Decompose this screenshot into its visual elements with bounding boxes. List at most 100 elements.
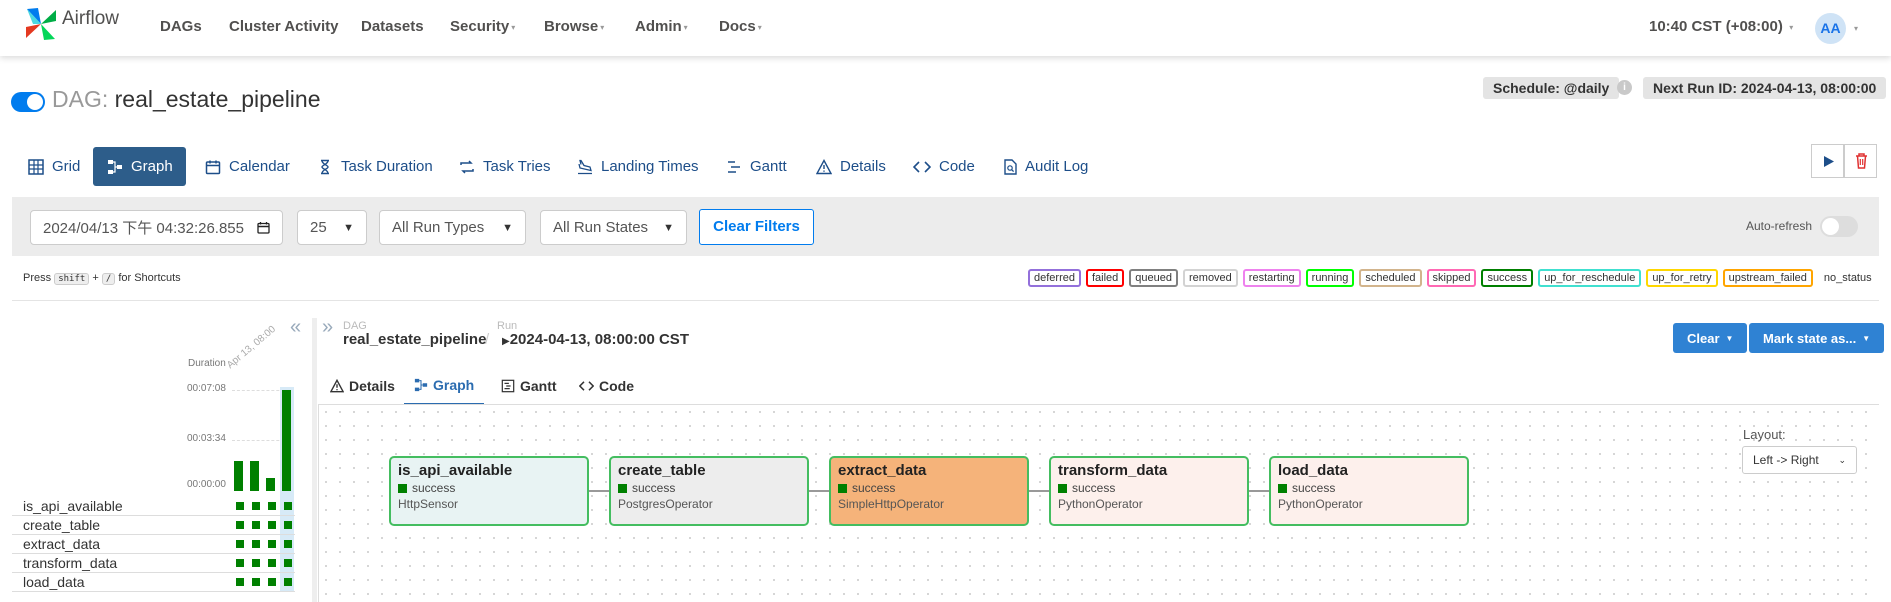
task-instance-cell[interactable]: [268, 559, 276, 567]
tab-calendar[interactable]: Calendar: [191, 147, 304, 186]
duration-bar[interactable]: [250, 461, 259, 491]
trigger-dag-button[interactable]: [1811, 144, 1844, 178]
crumb-dag-id[interactable]: real_estate_pipeline: [343, 331, 486, 348]
crumb-run-id[interactable]: ▶2024-04-13, 08:00:00 CST: [502, 331, 689, 348]
legend-up-for-reschedule[interactable]: up_for_reschedule: [1538, 269, 1642, 287]
collapse-grid-icon[interactable]: «: [290, 316, 301, 339]
nav-docs[interactable]: Docs ▾: [719, 18, 762, 35]
node-operator: HttpSensor: [398, 497, 459, 511]
tab-task-duration[interactable]: Task Duration: [303, 147, 447, 186]
panel-divider[interactable]: [312, 318, 317, 602]
task-instance-cell[interactable]: [236, 578, 244, 586]
tab-details[interactable]: Details: [802, 147, 900, 186]
auto-refresh-toggle[interactable]: [1820, 216, 1858, 237]
base-date-input[interactable]: 2024/04/13 下午 04:32:26.855: [30, 210, 283, 245]
tab-code[interactable]: Code: [899, 147, 989, 186]
task-instance-cell[interactable]: [284, 578, 292, 586]
play-icon: [1824, 156, 1834, 167]
run-state-select[interactable]: All Run States ▼: [540, 210, 687, 245]
chevron-down-icon: ▼: [663, 221, 674, 234]
num-runs-select[interactable]: 25 ▼: [297, 210, 367, 245]
dag-id[interactable]: real_estate_pipeline: [115, 86, 321, 112]
task-instance-cell[interactable]: [236, 502, 244, 510]
delete-dag-button[interactable]: [1844, 144, 1877, 178]
grid-icon: [28, 158, 44, 175]
task-instance-cell[interactable]: [268, 578, 276, 586]
nav-security[interactable]: Security ▾: [450, 18, 515, 35]
tab-task-tries[interactable]: Task Tries: [445, 147, 565, 186]
task-node[interactable]: is_api_available success HttpSensor: [389, 456, 589, 526]
info-icon[interactable]: i: [1617, 80, 1632, 95]
subtab-code[interactable]: Code: [569, 367, 644, 405]
legend-deferred[interactable]: deferred: [1028, 269, 1081, 287]
duration-bar[interactable]: [282, 390, 291, 491]
task-instance-cell[interactable]: [268, 540, 276, 548]
legend-restarting[interactable]: restarting: [1242, 269, 1301, 287]
subtab-details[interactable]: Details: [320, 367, 405, 405]
nav-cluster-activity[interactable]: Cluster Activity: [229, 18, 338, 35]
subtab-graph[interactable]: Graph: [404, 367, 485, 405]
nav-dags[interactable]: DAGs: [160, 18, 202, 35]
legend-up-for-retry[interactable]: up_for_retry: [1646, 269, 1718, 287]
task-instance-cell[interactable]: [284, 540, 292, 548]
legend-failed[interactable]: failed: [1085, 269, 1125, 287]
task-instance-cell[interactable]: [252, 502, 260, 510]
node-status: success: [618, 481, 800, 495]
chevron-down-icon[interactable]: ▾: [1854, 24, 1858, 33]
legend-removed[interactable]: removed: [1183, 269, 1238, 287]
task-node[interactable]: extract_data success SimpleHttpOperator: [829, 456, 1029, 526]
legend-upstream-failed[interactable]: upstream_failed: [1722, 269, 1813, 287]
user-avatar[interactable]: AA: [1815, 13, 1846, 44]
legend-no-status[interactable]: no_status: [1818, 269, 1878, 287]
tab-grid[interactable]: Grid: [14, 147, 94, 186]
tab-label: Details: [840, 158, 886, 175]
status-square-icon: [1058, 483, 1067, 493]
node-operator: SimpleHttpOperator: [838, 497, 945, 511]
task-instance-cell[interactable]: [284, 502, 292, 510]
task-instance-cell[interactable]: [252, 559, 260, 567]
task-instance-cell[interactable]: [252, 578, 260, 586]
task-instance-cell[interactable]: [236, 540, 244, 548]
task-node[interactable]: transform_data success PythonOperator: [1049, 456, 1249, 526]
subtab-gantt[interactable]: Gantt: [491, 367, 567, 405]
legend-skipped[interactable]: skipped: [1426, 269, 1477, 287]
task-instance-cell[interactable]: [284, 559, 292, 567]
node-operator: PythonOperator: [1058, 497, 1143, 511]
node-status-text: success: [1072, 481, 1116, 495]
legend-running[interactable]: running: [1305, 269, 1355, 287]
tab-graph[interactable]: Graph: [93, 147, 186, 186]
duration-bar[interactable]: [266, 478, 275, 491]
task-instance-cell[interactable]: [236, 559, 244, 567]
task-node[interactable]: create_table success PostgresOperator: [609, 456, 809, 526]
task-instance-cell[interactable]: [284, 521, 292, 529]
clear-filters-button[interactable]: Clear Filters: [699, 209, 814, 245]
tab-gantt[interactable]: Gantt: [712, 147, 801, 186]
schedule-badge: Schedule: @daily: [1483, 77, 1620, 99]
legend-queued[interactable]: queued: [1129, 269, 1178, 287]
mark-state-label: Mark state as...: [1763, 330, 1857, 346]
legend-success[interactable]: success: [1481, 269, 1534, 287]
node-operator: PostgresOperator: [618, 497, 713, 511]
task-instance-cell[interactable]: [268, 521, 276, 529]
expand-icon[interactable]: »: [322, 316, 333, 339]
duration-bar[interactable]: [234, 461, 243, 491]
mark-state-button[interactable]: Mark state as... ▼: [1749, 323, 1885, 353]
run-type-select[interactable]: All Run Types ▼: [379, 210, 526, 245]
legend-scheduled[interactable]: scheduled: [1359, 269, 1422, 287]
task-instance-cell[interactable]: [268, 502, 276, 510]
task-instance-cell[interactable]: [252, 521, 260, 529]
nav-browse[interactable]: Browse ▾: [544, 18, 604, 35]
tab-audit-log[interactable]: Audit Log: [989, 147, 1102, 186]
nav-datasets[interactable]: Datasets: [361, 18, 424, 35]
num-runs-value: 25: [310, 219, 327, 236]
task-instance-cell[interactable]: [252, 540, 260, 548]
airflow-logo[interactable]: Airflow: [24, 6, 119, 42]
nav-admin[interactable]: Admin ▾: [635, 18, 688, 35]
clear-run-button[interactable]: Clear ▼: [1673, 323, 1748, 353]
tab-landing-times[interactable]: Landing Times: [563, 147, 713, 186]
timezone-clock[interactable]: 10:40 CST (+08:00) ▾: [1649, 18, 1793, 35]
task-instance-cell[interactable]: [236, 521, 244, 529]
task-node[interactable]: load_data success PythonOperator: [1269, 456, 1469, 526]
layout-select[interactable]: Left -> Right ⌄: [1742, 446, 1857, 474]
dag-pause-toggle[interactable]: [11, 92, 45, 112]
